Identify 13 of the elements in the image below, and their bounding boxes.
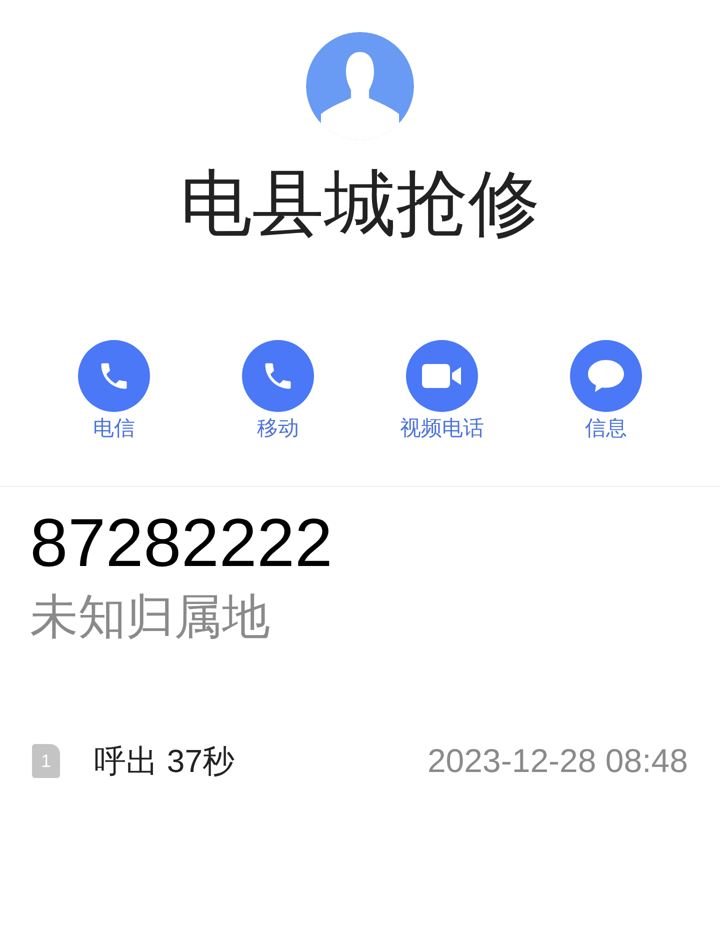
sim-badge: 1	[32, 744, 60, 778]
location-text: 未知归属地	[30, 590, 270, 646]
contact-name: 电县城抢修	[180, 168, 540, 240]
avatar-icon	[306, 32, 414, 140]
video-camera-icon	[420, 361, 464, 391]
action-button[interactable]: 视频电话	[360, 340, 524, 442]
action-button[interactable]: 信息	[524, 340, 688, 442]
chat-bubble-icon	[585, 357, 627, 395]
phone-number: 87282222	[30, 504, 333, 584]
action-button[interactable]: 移动	[196, 340, 360, 442]
action-button[interactable]: 电信	[32, 340, 196, 442]
call-time: 2023-12-28 08:48	[427, 741, 688, 782]
call-type-duration: 呼出 37秒	[94, 742, 234, 781]
